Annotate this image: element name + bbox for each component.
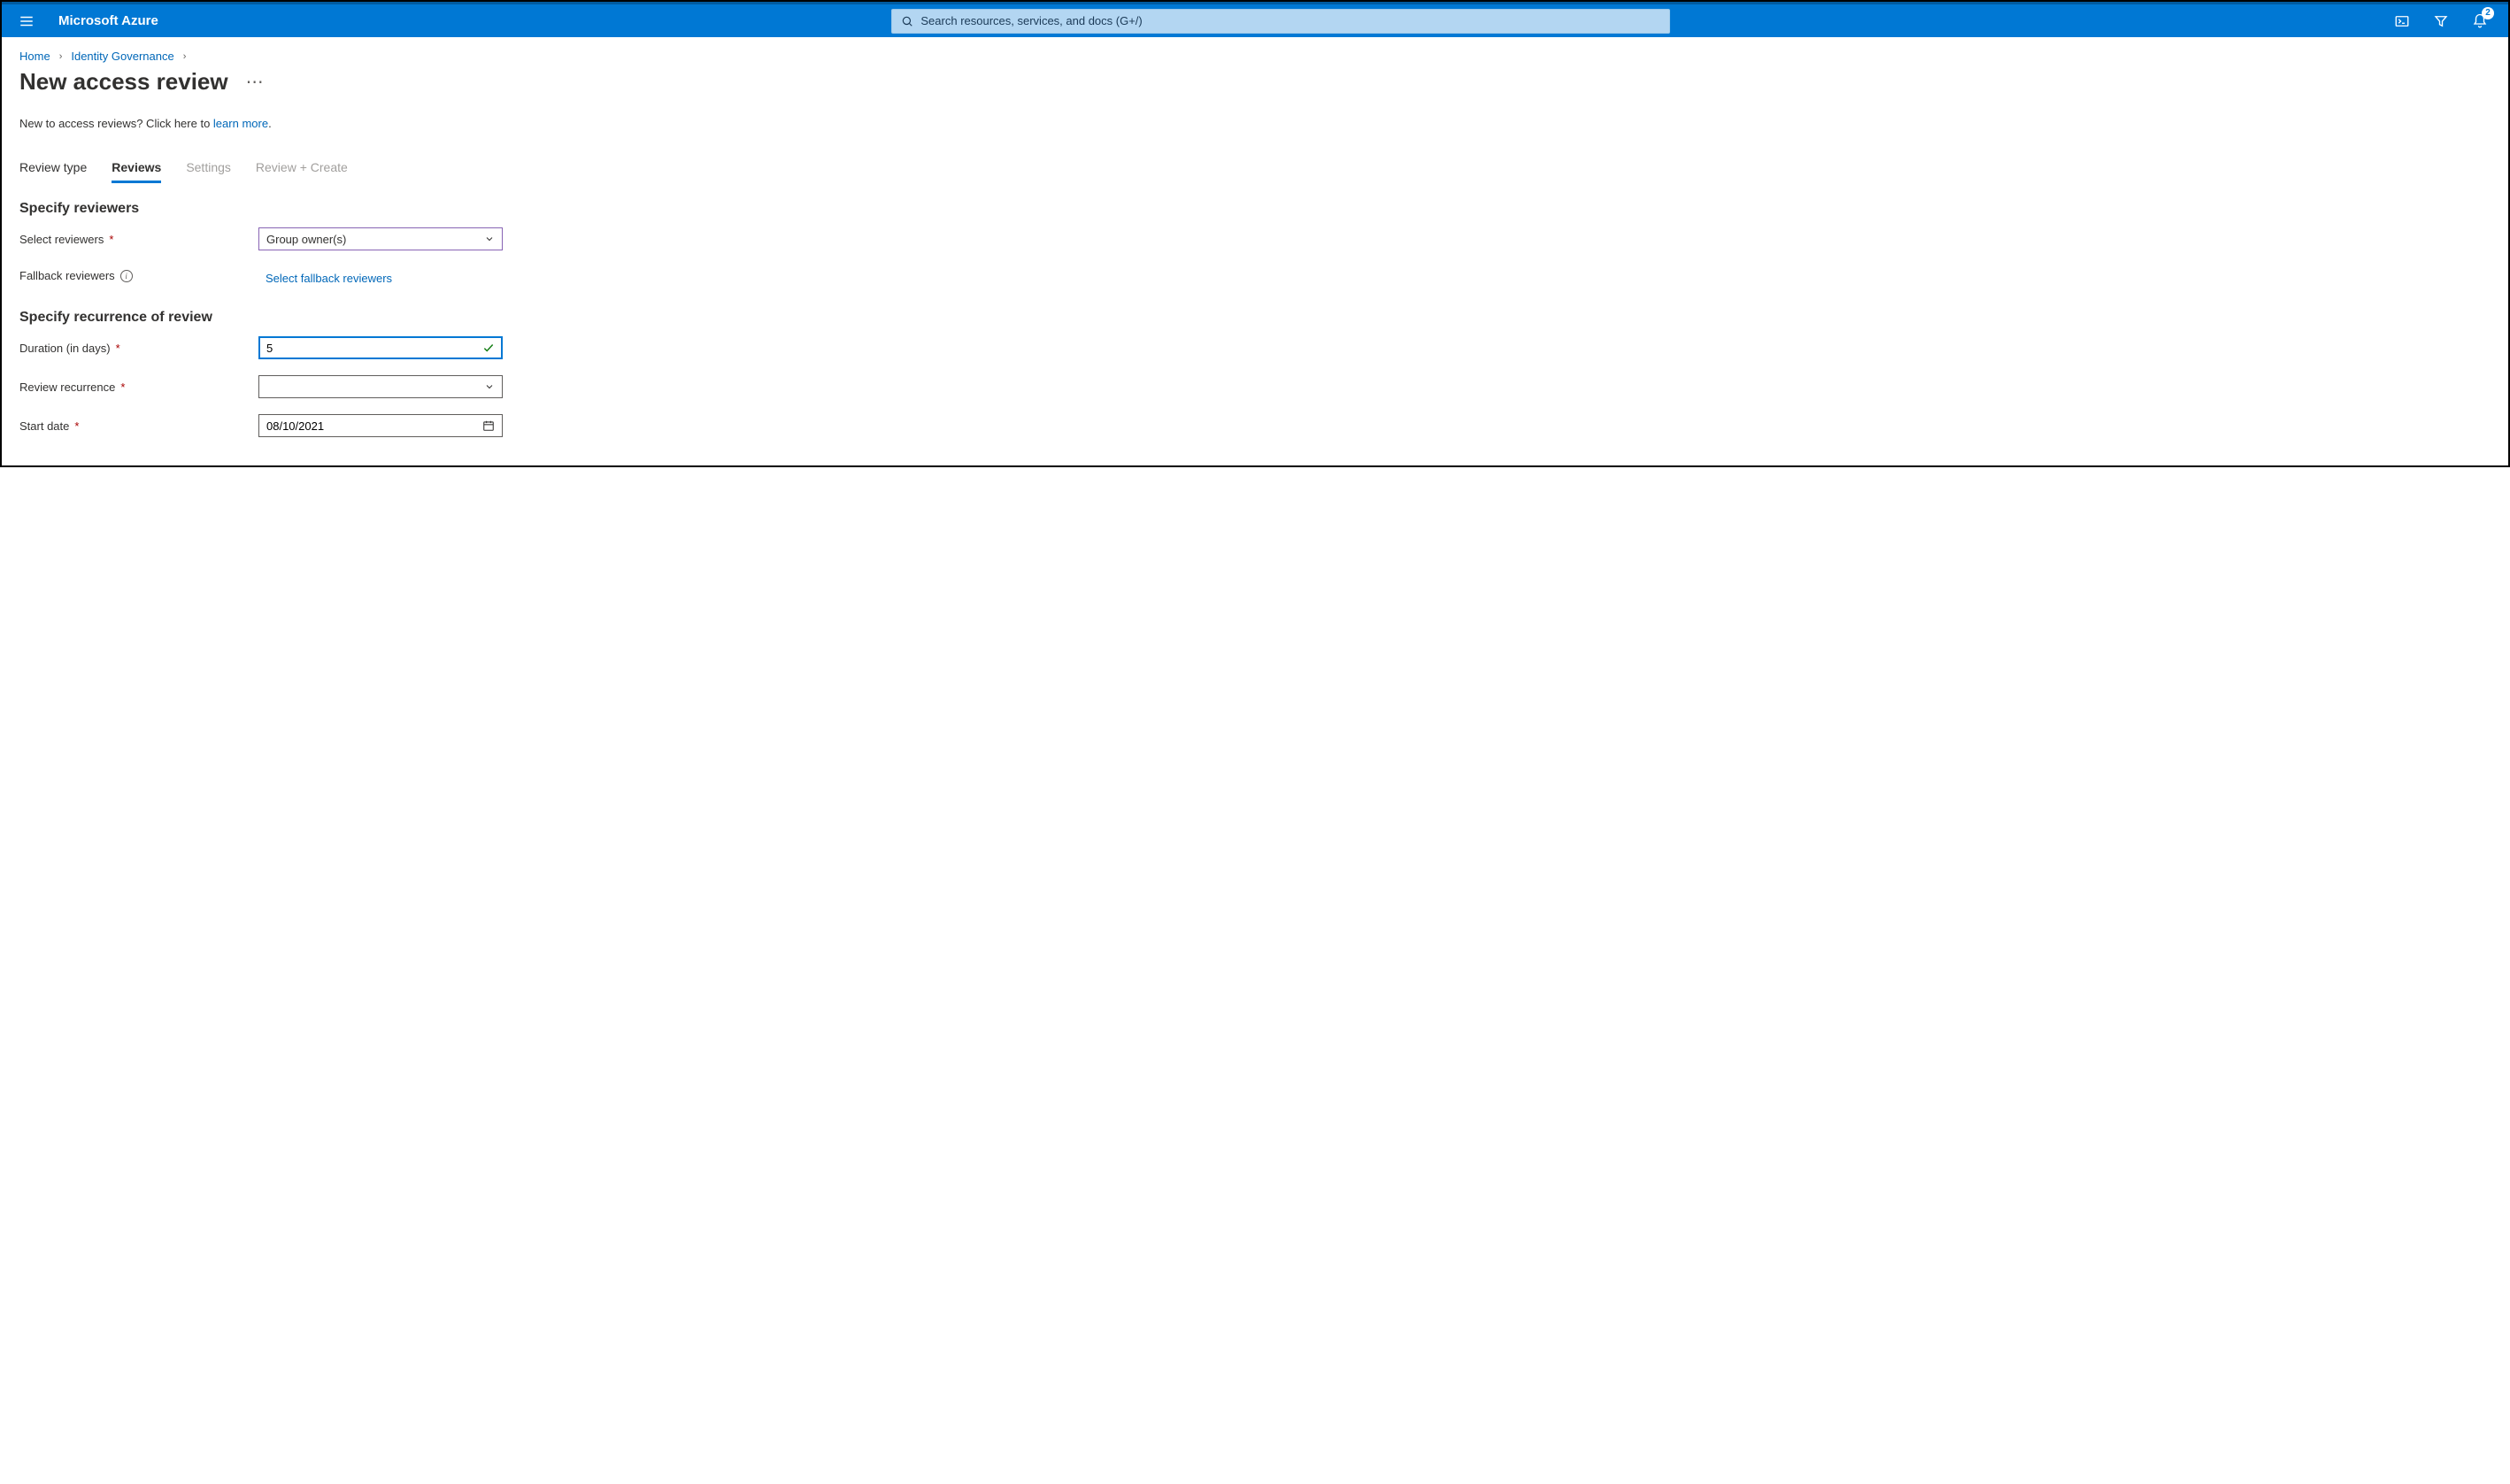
tabs: Review type Reviews Settings Review + Cr… [19, 155, 2491, 183]
intro-prefix: New to access reviews? Click here to [19, 117, 213, 130]
start-date-label: Start date * [19, 419, 258, 433]
learn-more-link[interactable]: learn more [213, 117, 268, 130]
duration-input[interactable] [266, 342, 482, 355]
notifications-button[interactable]: 2 [2462, 4, 2498, 39]
field-review-recurrence: Review recurrence * [19, 375, 2491, 398]
select-reviewers-label: Select reviewers * [19, 233, 258, 246]
chevron-down-icon [484, 234, 495, 244]
section-specify-recurrence: Specify recurrence of review [19, 310, 2491, 326]
intro-suffix: . [268, 117, 272, 130]
duration-input-wrap[interactable] [258, 336, 503, 359]
chevron-right-icon: › [183, 51, 187, 62]
field-select-reviewers: Select reviewers * Group owner(s) [19, 227, 2491, 250]
start-date-input-wrap[interactable] [258, 414, 503, 437]
content-area: Home › Identity Governance › New access … [2, 37, 2508, 465]
review-recurrence-label: Review recurrence * [19, 381, 258, 394]
tab-settings: Settings [186, 155, 231, 183]
field-duration: Duration (in days) * [19, 336, 2491, 359]
more-actions-button[interactable]: ⋯ [246, 73, 264, 91]
filter-icon [2433, 13, 2449, 29]
search-wrap [185, 9, 2377, 34]
tab-review-type[interactable]: Review type [19, 155, 87, 183]
required-indicator: * [74, 419, 79, 433]
field-start-date: Start date * [19, 414, 2491, 437]
notification-badge: 2 [2482, 7, 2494, 19]
breadcrumb-home[interactable]: Home [19, 50, 50, 63]
tab-reviews[interactable]: Reviews [112, 155, 161, 183]
breadcrumb: Home › Identity Governance › [19, 50, 2491, 63]
hamburger-menu-button[interactable] [9, 4, 44, 39]
calendar-icon[interactable] [482, 419, 495, 432]
duration-label-text: Duration (in days) [19, 342, 111, 355]
review-recurrence-dropdown[interactable] [258, 375, 503, 398]
select-fallback-reviewers-link[interactable]: Select fallback reviewers [258, 266, 392, 285]
chevron-right-icon: › [59, 51, 63, 62]
checkmark-icon [482, 342, 495, 354]
fallback-reviewers-label: Fallback reviewers i [19, 269, 258, 282]
page-title-row: New access review ⋯ [19, 68, 2491, 96]
cloud-shell-button[interactable] [2384, 4, 2420, 39]
review-recurrence-label-text: Review recurrence [19, 381, 115, 394]
top-bar: Microsoft Azure [2, 2, 2508, 37]
select-reviewers-label-text: Select reviewers [19, 233, 104, 246]
select-reviewers-dropdown[interactable]: Group owner(s) [258, 227, 503, 250]
duration-label: Duration (in days) * [19, 342, 258, 355]
hamburger-icon [19, 13, 35, 29]
start-date-input[interactable] [266, 419, 482, 433]
tab-review-create: Review + Create [256, 155, 348, 183]
page-title: New access review [19, 68, 228, 96]
info-icon[interactable]: i [120, 270, 133, 282]
field-fallback-reviewers: Fallback reviewers i Select fallback rev… [19, 266, 2491, 285]
search-icon [901, 15, 913, 27]
breadcrumb-identity-governance[interactable]: Identity Governance [71, 50, 173, 63]
select-reviewers-value: Group owner(s) [266, 233, 346, 246]
brand-label: Microsoft Azure [51, 13, 178, 28]
start-date-label-text: Start date [19, 419, 69, 433]
global-search[interactable] [891, 9, 1670, 34]
intro-text: New to access reviews? Click here to lea… [19, 117, 2491, 130]
required-indicator: * [120, 381, 125, 394]
search-input[interactable] [920, 14, 1660, 27]
fallback-reviewers-label-text: Fallback reviewers [19, 269, 115, 282]
required-indicator: * [109, 233, 113, 246]
filter-button[interactable] [2423, 4, 2459, 39]
section-specify-reviewers: Specify reviewers [19, 201, 2491, 217]
cloud-shell-icon [2394, 13, 2410, 29]
required-indicator: * [116, 342, 120, 355]
chevron-down-icon [484, 381, 495, 392]
topbar-icons: 2 [2384, 4, 2501, 39]
